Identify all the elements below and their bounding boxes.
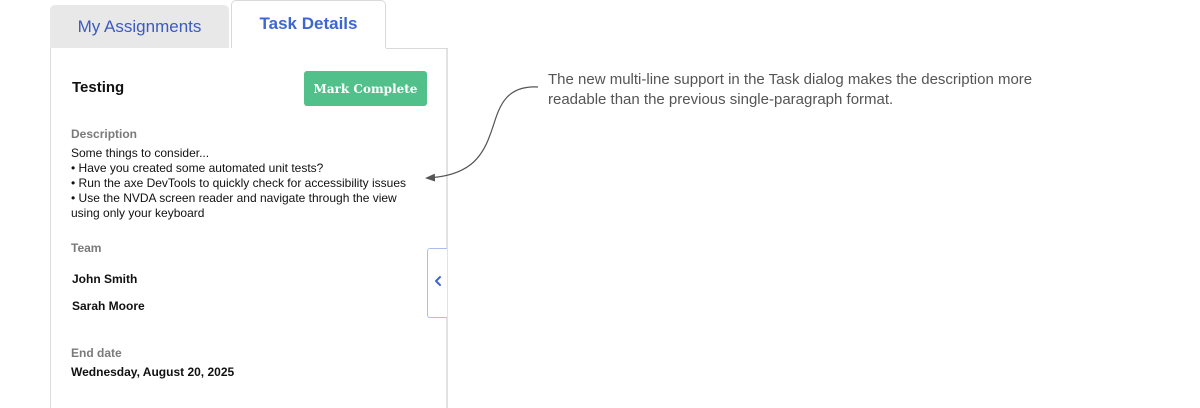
annotation-arrow [425,86,539,182]
page: My Assignments Task Details Testing Mark… [0,0,1200,408]
